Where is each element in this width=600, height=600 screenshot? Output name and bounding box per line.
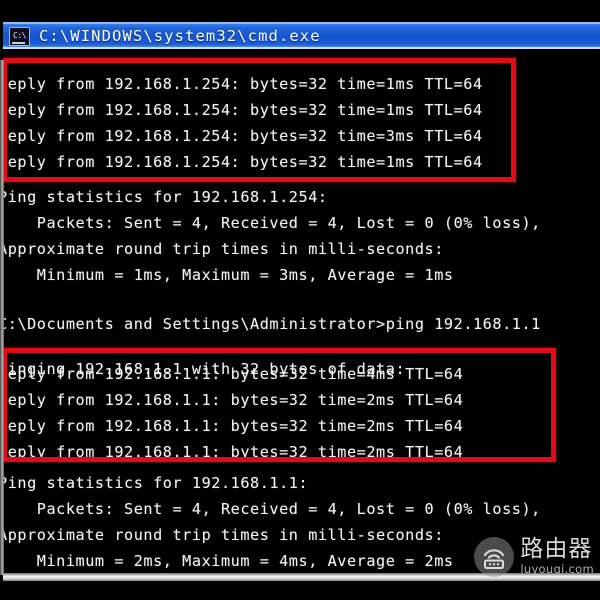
router-icon <box>474 537 515 577</box>
console-line: Approximate round trip times in milli-se… <box>3 240 444 258</box>
window-titlebar[interactable]: C:\ C:\WINDOWS\system32\cmd.exe <box>3 22 600 49</box>
watermark-cn: 路由器 <box>520 536 593 563</box>
console-prompt-line: C:\Documents and Settings\Administrator>… <box>3 315 541 333</box>
window-title: C:\WINDOWS\system32\cmd.exe <box>39 26 321 45</box>
photo-top-margin <box>0 0 600 22</box>
console-output-area[interactable]: Reply from 192.168.1.254: bytes=32 time=… <box>3 49 600 578</box>
console-line: Minimum = 1ms, Maximum = 3ms, Average = … <box>3 266 454 284</box>
watermark-en: luyouqi.com <box>520 562 594 577</box>
cmd-icon[interactable]: C:\ <box>9 27 30 46</box>
console-line: Packets: Sent = 4, Received = 4, Lost = … <box>3 500 541 518</box>
watermark-text: 路由器 luyouqi.com <box>520 538 594 576</box>
cmd-window: C:\ C:\WINDOWS\system32\cmd.exe Reply fr… <box>3 22 600 578</box>
photo-bottom-margin <box>0 581 600 600</box>
console-line: Ping statistics for 192.168.1.254: <box>3 188 328 206</box>
cmd-icon-label: C:\ <box>13 30 26 40</box>
highlight-box-reply-254 <box>3 58 516 182</box>
console-line: Approximate round trip times in milli-se… <box>3 526 444 544</box>
console-line: Packets: Sent = 4, Received = 4, Lost = … <box>3 214 541 232</box>
highlight-box-reply-1 <box>3 348 556 462</box>
console-line: Minimum = 2ms, Maximum = 4ms, Average = … <box>3 552 454 570</box>
photo-left-highlight <box>0 60 4 575</box>
console-line: Ping statistics for 192.168.1.1: <box>3 474 309 492</box>
watermark: 路由器 luyouqi.com <box>474 537 594 577</box>
screenshot-root: C:\ C:\WINDOWS\system32\cmd.exe Reply fr… <box>0 0 600 600</box>
